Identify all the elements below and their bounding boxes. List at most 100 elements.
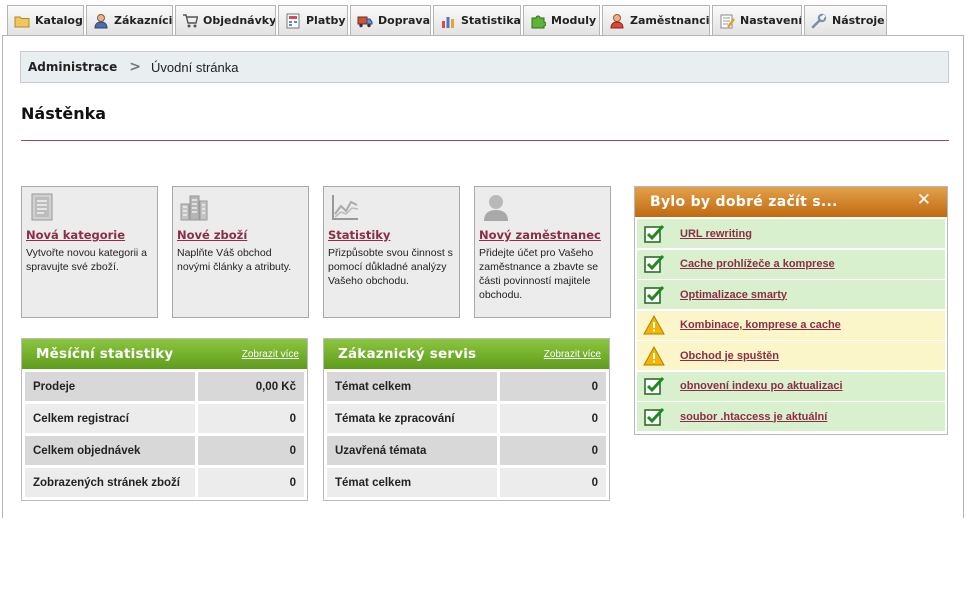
quick-box-description: Naplňte Váš obchod novými články a atrib… — [177, 247, 292, 273]
row-label: Uzavřená témata — [327, 436, 497, 465]
quick-box-description: Přidejte účet pro Vašeho zaměstnance a z… — [479, 247, 599, 301]
checkmark-icon — [643, 223, 665, 245]
checklist-item: Kombinace, komprese a cache — [637, 310, 945, 341]
tab-label: Doprava — [378, 14, 431, 27]
tab-label: Moduly — [551, 14, 597, 27]
row-label: Celkem registrací — [25, 404, 195, 433]
breadcrumb-current: Úvodní stránka — [151, 59, 239, 75]
checklist-item: soubor .htaccess je aktuální — [637, 402, 945, 432]
quick-box-new-product: Nové zboží Naplňte Váš obchod novými člá… — [172, 186, 309, 318]
tab-label: Nastavení — [740, 14, 802, 27]
payment-icon — [285, 13, 301, 29]
new-employee-link[interactable]: Nový zaměstnanec — [479, 228, 606, 242]
monthly-stats-table: Prodeje 0,00 Kč Celkem registrací 0 Celkem… — [22, 369, 307, 500]
tab-zamestnanci[interactable]: Zaměstnanci — [602, 5, 710, 35]
show-more-link[interactable]: Zobrazit více — [242, 349, 299, 360]
tab-label: Platby — [306, 14, 346, 27]
tab-doprava[interactable]: Doprava — [350, 5, 431, 35]
tab-label: Statistika — [461, 14, 521, 27]
tab-katalog[interactable]: Katalog — [7, 5, 84, 35]
panel-title: Zákaznický servis — [338, 346, 477, 362]
checklist-item: Cache prohlížeče a komprese — [637, 249, 945, 280]
wrench-icon — [811, 13, 827, 29]
truck-icon — [357, 13, 373, 29]
tab-moduly[interactable]: Moduly — [523, 5, 600, 35]
checklist-item: obnovení indexu po aktualizaci — [637, 371, 945, 402]
table-row: Témat celkem 0 — [327, 372, 606, 401]
row-value: 0 — [198, 436, 304, 465]
new-product-link[interactable]: Nové zboží — [177, 228, 304, 242]
checklist-item: Optimalizace smarty — [637, 280, 945, 310]
checkmark-icon — [643, 253, 665, 275]
tab-platby[interactable]: Platby — [278, 5, 348, 35]
row-label: Témat celkem — [327, 372, 497, 401]
monthly-stats-panel: Měsíční statistiky Zobrazit více Prodeje… — [21, 338, 308, 501]
person-icon — [481, 192, 511, 222]
row-value: 0 — [500, 436, 606, 465]
row-label: Témata ke zpracování — [327, 404, 497, 433]
table-row: Uzavřená témata 0 — [327, 436, 606, 465]
close-icon[interactable]: ✕ — [917, 190, 931, 210]
panel-header: Zákaznický servis Zobrazit více — [324, 339, 609, 369]
quick-box-description: Vytvořte novou kategorii a spravujte své… — [26, 247, 148, 273]
folder-icon — [14, 13, 30, 29]
row-value: 0,00 Kč — [198, 372, 304, 401]
tab-label: Nástroje — [832, 14, 885, 27]
checklist-link[interactable]: Obchod je spuštěn — [680, 350, 779, 362]
table-row: Témata ke zpracování 0 — [327, 404, 606, 433]
row-value: 0 — [198, 468, 304, 497]
tab-nastroje[interactable]: Nástroje — [804, 5, 887, 35]
panel-title: Bylo by dobré začít s... — [650, 194, 838, 210]
title-divider — [21, 140, 949, 141]
show-more-link[interactable]: Zobrazit více — [544, 349, 601, 360]
puzzle-icon — [530, 13, 546, 29]
row-value: 0 — [500, 404, 606, 433]
warning-icon — [643, 345, 665, 367]
warning-icon — [643, 314, 665, 336]
checklist-item: Obchod je spuštěn — [637, 341, 945, 371]
table-row: Zobrazených stránek zboží 0 — [25, 468, 304, 497]
breadcrumb-root[interactable]: Administrace — [28, 60, 117, 74]
new-category-link[interactable]: Nová kategorie — [26, 228, 153, 242]
checklist-link[interactable]: Kombinace, komprese a cache — [680, 319, 841, 331]
buildings-icon — [179, 192, 209, 222]
checklist-link[interactable]: soubor .htaccess je aktuální — [680, 411, 827, 423]
checklist: URL rewriting Cache prohlížeče a kompres… — [635, 217, 947, 432]
table-row: Celkem objednávek 0 — [25, 436, 304, 465]
tab-statistika[interactable]: Statistika — [433, 5, 521, 35]
table-row: Prodeje 0,00 Kč — [25, 372, 304, 401]
row-label: Celkem objednávek — [25, 436, 195, 465]
tab-nastaveni[interactable]: Nastavení — [712, 5, 802, 35]
breadcrumb: Administrace > Úvodní stránka — [20, 51, 949, 83]
chevron-right-icon: > — [129, 59, 142, 75]
bar-chart-icon — [440, 13, 456, 29]
tab-zakaznici[interactable]: Zákazníci — [86, 5, 173, 35]
checklist-link[interactable]: URL rewriting — [680, 228, 752, 240]
checklist-link[interactable]: obnovení indexu po aktualizaci — [680, 380, 843, 392]
quick-box-statistics: Statistiky Přizpůsobte svou činnost s po… — [323, 186, 460, 318]
customer-icon — [93, 13, 109, 29]
tab-label: Objednávky — [203, 14, 276, 27]
row-value: 0 — [500, 372, 606, 401]
tab-label: Zákazníci — [114, 14, 173, 27]
tab-objednavky[interactable]: Objednávky — [175, 5, 276, 35]
checkmark-icon — [643, 284, 665, 306]
page-title: Nástěnka — [21, 104, 107, 123]
quick-box-description: Přizpůsobte svou činnost s pomocí důklad… — [328, 247, 453, 287]
line-chart-icon — [330, 192, 360, 222]
statistics-link[interactable]: Statistiky — [328, 228, 455, 242]
checkmark-icon — [643, 406, 665, 428]
row-label: Prodeje — [25, 372, 195, 401]
checklist-link[interactable]: Optimalizace smarty — [680, 289, 787, 301]
cart-icon — [182, 13, 198, 29]
settings-icon — [719, 13, 735, 29]
employee-icon — [609, 13, 625, 29]
checklist-link[interactable]: Cache prohlížeče a komprese — [680, 258, 835, 270]
getting-started-panel: Bylo by dobré začít s... ✕ URL rewriting… — [634, 186, 948, 435]
table-row: Témat celkem 0 — [327, 468, 606, 497]
quick-box-new-category: Nová kategorie Vytvořte novou kategorii … — [21, 186, 158, 318]
row-value: 0 — [500, 468, 606, 497]
customer-service-panel: Zákaznický servis Zobrazit více Témat ce… — [323, 338, 610, 501]
customer-service-table: Témat celkem 0 Témata ke zpracování 0 Uzav… — [324, 369, 609, 500]
document-icon — [28, 192, 58, 222]
